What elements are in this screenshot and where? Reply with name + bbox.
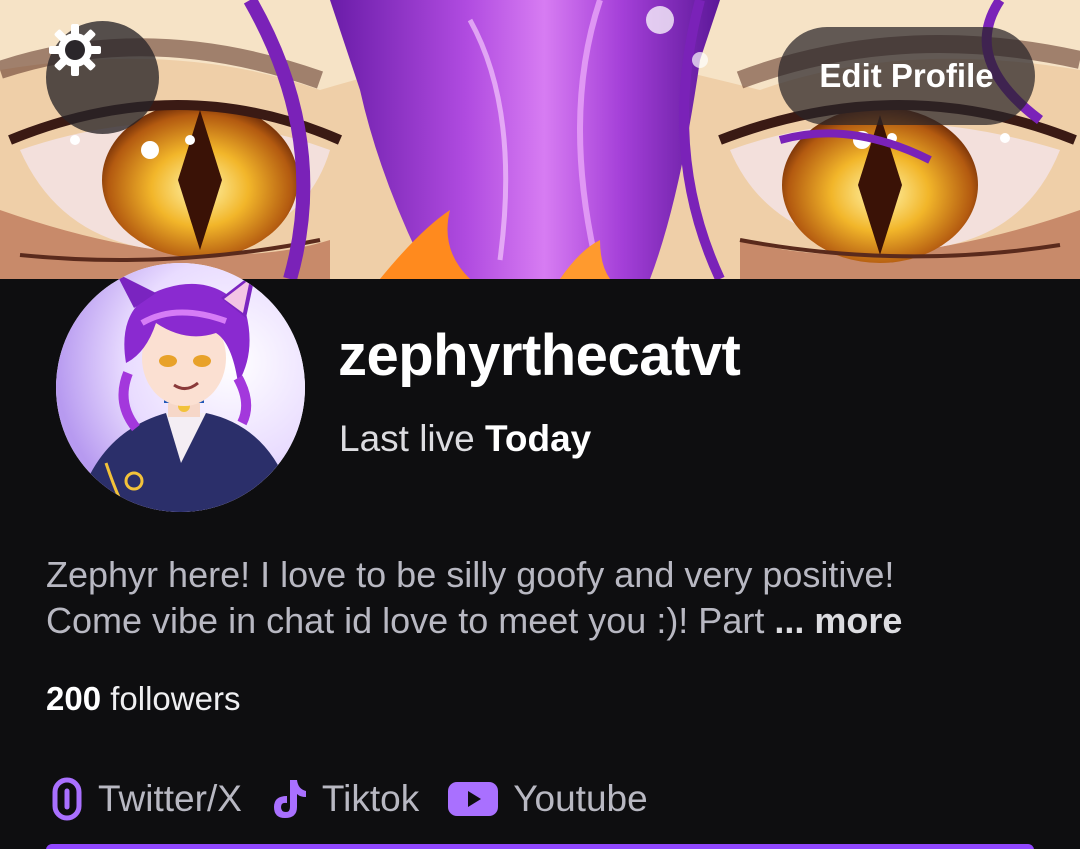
channel-username: zephyrthecatvt xyxy=(338,323,741,388)
tiktok-icon xyxy=(273,780,306,818)
edit-profile-button[interactable]: Edit Profile xyxy=(778,27,1035,125)
link-icon xyxy=(52,777,82,821)
bio-ellipsis: ... xyxy=(774,600,805,641)
channel-profile-screen: Edit Profile zephyrthecatvt Last live To… xyxy=(0,0,1080,849)
social-label-youtube: Youtube xyxy=(513,778,648,819)
profile-banner: Edit Profile xyxy=(0,0,1080,279)
followers-number: 200 xyxy=(46,680,102,717)
follow-button-edge[interactable] xyxy=(46,844,1034,849)
social-label-tiktok: Tiktok xyxy=(321,778,420,819)
youtube-icon xyxy=(448,782,499,816)
bio-line-1: Zephyr here! I love to be silly goofy an… xyxy=(46,554,895,595)
avatar[interactable] xyxy=(56,263,305,512)
social-link-twitter[interactable]: Twitter/X xyxy=(50,777,242,821)
bio-line-2: Come vibe in chat id love to meet you :)… xyxy=(46,598,1046,644)
last-live-value: Today xyxy=(485,418,592,459)
avatar-image xyxy=(56,263,305,512)
social-link-youtube[interactable]: Youtube xyxy=(447,778,648,820)
last-live-status: Last live Today xyxy=(339,418,591,460)
bio-more-link[interactable]: more xyxy=(814,600,902,641)
followers-count[interactable]: 200 followers xyxy=(46,680,240,718)
gear-icon xyxy=(49,24,101,76)
social-links: Twitter/X Tiktok Youtube xyxy=(50,774,676,824)
settings-button[interactable] xyxy=(46,21,159,134)
bio-line-2-text: Come vibe in chat id love to meet you :)… xyxy=(46,600,765,641)
social-link-tiktok[interactable]: Tiktok xyxy=(270,777,419,821)
followers-label: followers xyxy=(110,680,241,717)
channel-bio: Zephyr here! I love to be silly goofy an… xyxy=(46,552,1046,644)
social-label-twitter: Twitter/X xyxy=(98,778,242,819)
last-live-label: Last live xyxy=(339,418,475,459)
